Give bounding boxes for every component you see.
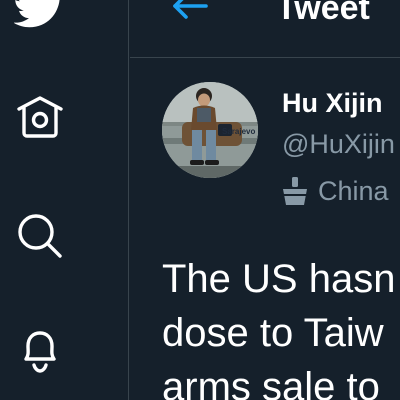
sidebar-nav	[0, 0, 129, 400]
affiliation-text: China	[318, 176, 389, 206]
state-affiliated-icon	[283, 177, 307, 205]
main-column: Tweet Sarajevo Hu Xijin @HuXijin China T…	[130, 0, 400, 400]
state-affiliation-label[interactable]: China	[282, 173, 389, 209]
tweet-text-line: The US hasn	[162, 257, 396, 301]
avatar[interactable]: Sarajevo	[162, 82, 258, 178]
page-title: Tweet	[276, 0, 370, 27]
back-button[interactable]	[166, 0, 214, 26]
tweet-text-line: dose to Taiw	[162, 311, 384, 355]
avatar-caption: Sarajevo	[222, 127, 255, 136]
tweet-text-line: arms sale to	[162, 365, 380, 400]
search-icon	[18, 214, 62, 258]
nav-item-home-logo[interactable]	[12, 0, 68, 34]
tweet-text: The US hasn dose to Taiw arms sale to	[162, 252, 400, 400]
nav-item-notifications[interactable]	[12, 322, 68, 378]
home-icon	[17, 96, 63, 138]
arrow-left-icon	[173, 0, 208, 19]
page-header: Tweet	[130, 0, 400, 58]
twitter-app: Tweet Sarajevo Hu Xijin @HuXijin China T…	[0, 0, 400, 400]
avatar-photo: Sarajevo	[162, 82, 258, 178]
author-handle[interactable]: @HuXijin	[282, 127, 395, 161]
author-display-name[interactable]: Hu Xijin	[282, 86, 383, 120]
nav-item-home[interactable]	[12, 90, 68, 146]
bell-icon	[24, 331, 56, 373]
nav-item-explore[interactable]	[12, 208, 68, 264]
twitter-bird-icon	[14, 0, 60, 28]
